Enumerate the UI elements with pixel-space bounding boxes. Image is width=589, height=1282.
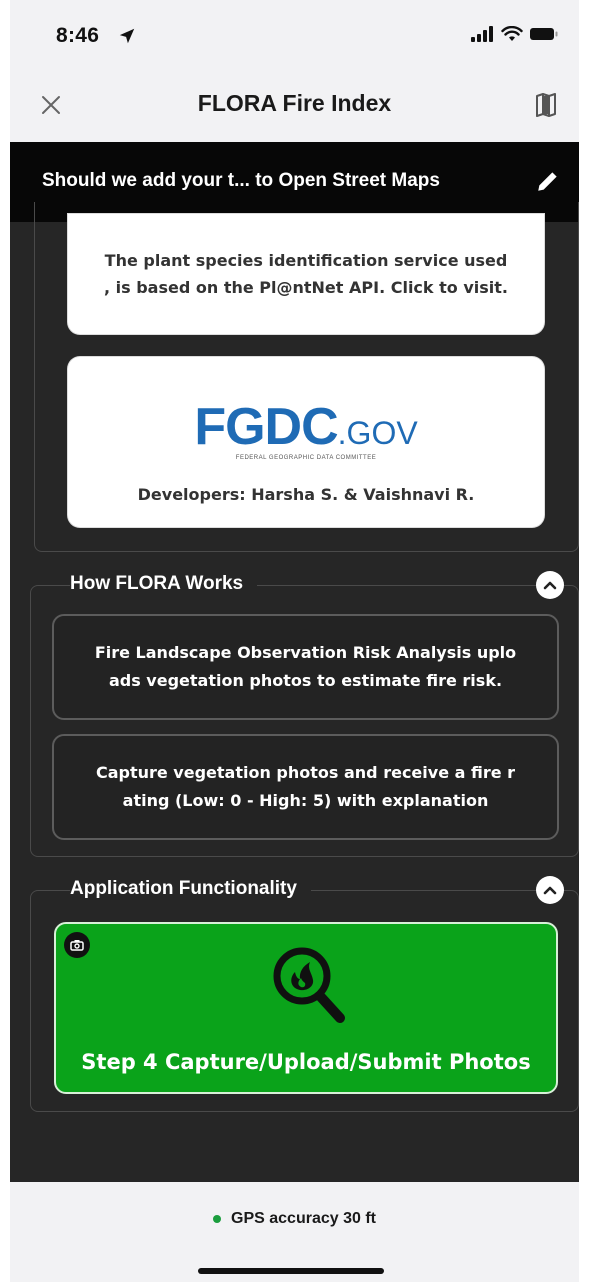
fire-rating-line2: ating (Low: 0 - High: 5) with explanatio… — [122, 791, 489, 810]
fire-search-icon — [273, 947, 345, 1023]
map-icon — [536, 93, 556, 117]
home-indicator[interactable] — [198, 1268, 384, 1274]
status-icons — [471, 26, 559, 42]
battery-icon — [530, 28, 558, 40]
status-bar: 8:46 — [10, 0, 579, 70]
fgdc-logo: FGDC.GOV — [68, 397, 544, 457]
capture-button-label: Step 4 Capture/Upload/Submit Photos — [81, 1050, 531, 1074]
app-functionality-collapse-button[interactable] — [536, 876, 564, 904]
chevron-up-icon — [543, 886, 557, 895]
developers-text: Developers: Harsha S. & Vaishnavi R. — [137, 485, 475, 504]
plantnet-text: The plant species identification service… — [68, 247, 544, 301]
osm-banner-text: Should we add your t... to Open Street M… — [42, 170, 440, 191]
location-arrow-icon — [119, 28, 135, 44]
status-time: 8:46 — [56, 24, 100, 47]
how-flora-works-title: How FLORA Works — [70, 573, 258, 595]
camera-icon — [64, 932, 90, 958]
flora-definition-line1: Fire Landscape Observation Risk Analysis… — [94, 643, 517, 662]
developers-card[interactable]: FGDC.GOV FEDERAL GEOGRAPHIC DATA COMMITT… — [68, 357, 544, 527]
app-functionality-title: Application Functionality — [70, 878, 311, 900]
signal-icon — [471, 26, 493, 42]
gps-accuracy-text: GPS accuracy 30 ft — [231, 1210, 376, 1227]
footer: GPS accuracy 30 ft — [10, 1182, 579, 1282]
fgdc-logo-subtitle: FEDERAL GEOGRAPHIC DATA COMMITTEE — [235, 455, 377, 461]
fire-rating-card: Capture vegetation photos and receive a … — [52, 734, 559, 840]
fgdc-logo-main: FGDC — [194, 398, 338, 456]
chevron-up-icon — [543, 581, 557, 590]
gps-status-dot — [213, 1215, 222, 1223]
navigation-bar: FLORA Fire Index — [10, 70, 579, 140]
phone-screen: 8:46 FLORA Fire Index Should we add your… — [10, 0, 579, 1282]
pencil-icon[interactable] — [535, 168, 561, 194]
fire-rating-line1: Capture vegetation photos and receive a … — [95, 763, 516, 782]
fgdc-logo-suffix: .GOV — [337, 415, 418, 451]
plantnet-text-line2: , is based on the Pl@ntNet API. Click to… — [104, 278, 508, 297]
flora-definition-line2: ads vegetation photos to estimate fire r… — [108, 671, 503, 690]
flora-definition-card: Fire Landscape Observation Risk Analysis… — [52, 614, 559, 720]
plantnet-card[interactable]: The plant species identification service… — [68, 214, 544, 334]
page-title: FLORA Fire Index — [197, 90, 392, 116]
content-area[interactable]: Should we add your t... to Open Street M… — [10, 142, 579, 1182]
how-flora-works-collapse-button[interactable] — [536, 571, 564, 599]
plantnet-text-line1: The plant species identification service… — [104, 251, 508, 270]
map-button[interactable] — [531, 90, 561, 120]
wifi-icon — [501, 26, 523, 41]
capture-upload-submit-button[interactable]: Step 4 Capture/Upload/Submit Photos — [54, 922, 558, 1094]
gps-status: GPS accuracy 30 ft — [10, 1210, 579, 1228]
